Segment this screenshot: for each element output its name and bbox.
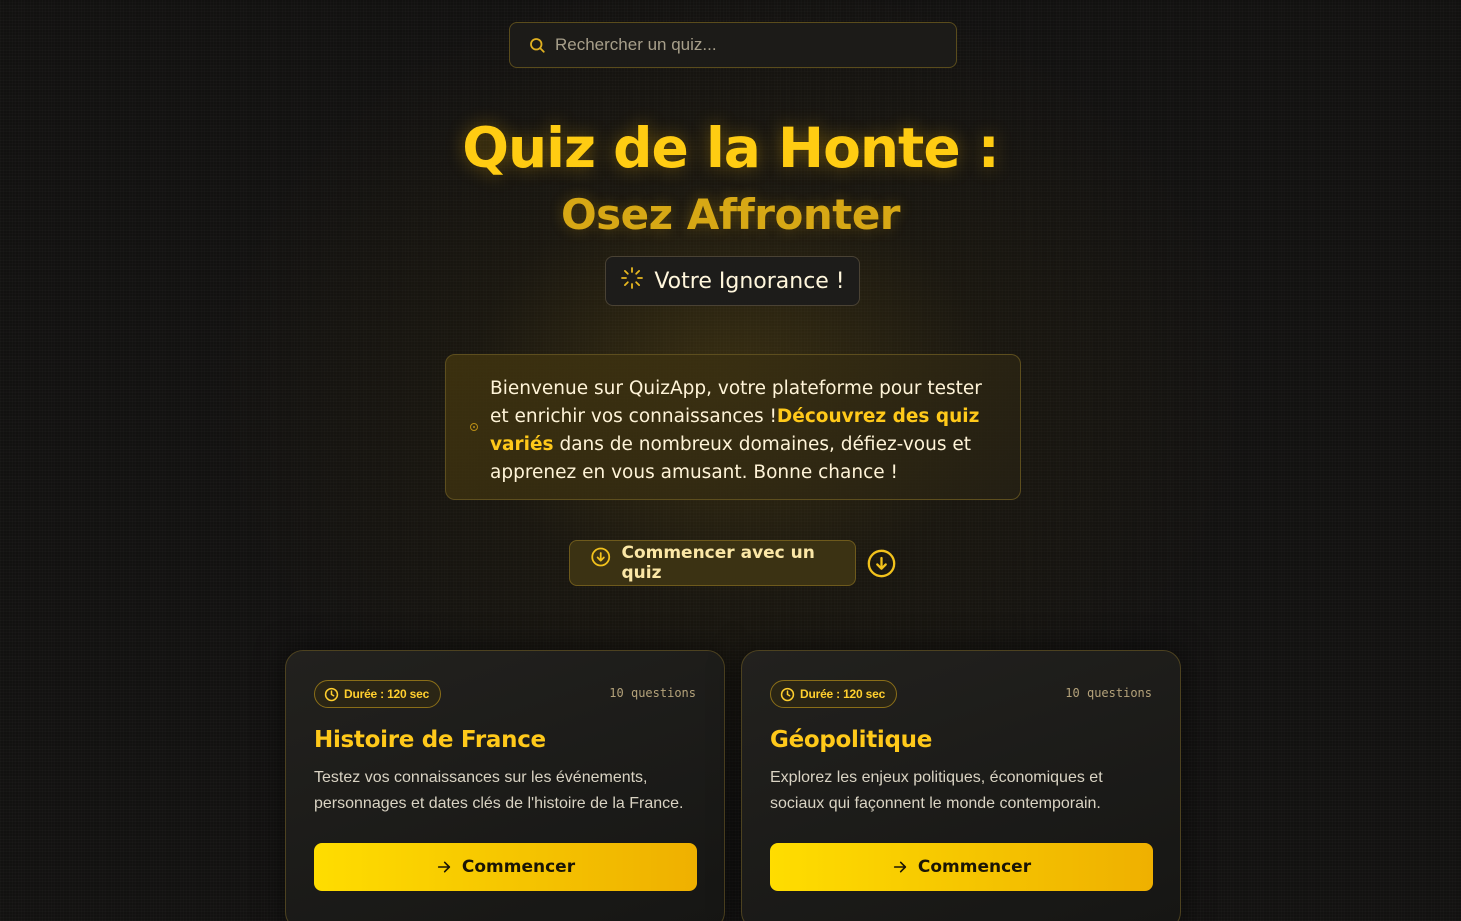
page-subtitle: Osez Affronter xyxy=(560,190,901,239)
start-button-label: Commencer xyxy=(461,857,576,877)
quiz-card: Durée : 120 sec 10 questions Histoire de… xyxy=(285,650,725,921)
arrow-right-icon xyxy=(437,861,451,873)
spinner-icon xyxy=(621,267,644,289)
search-bar[interactable] xyxy=(509,22,957,68)
duration-text: Durée : 120 sec xyxy=(800,687,886,701)
scroll-down-icon[interactable] xyxy=(867,549,896,578)
clock-icon xyxy=(324,687,339,701)
intro-text-after: dans de nombreux domaines, défiez-vous e… xyxy=(490,434,971,483)
duration-badge: Durée : 120 sec xyxy=(770,680,898,708)
intro-text: Bienvenue sur QuizApp, votre plateforme … xyxy=(490,375,998,487)
start-quiz-label: Commencer avec un quiz xyxy=(621,543,815,583)
question-count: 10 questions xyxy=(1065,686,1152,700)
tagline-text: Votre Ignorance ! xyxy=(654,268,845,294)
start-button[interactable]: Commencer xyxy=(770,843,1153,891)
arrow-down-circle-icon xyxy=(591,547,611,567)
search-input[interactable] xyxy=(555,35,956,55)
page-title: Quiz de la Honte : xyxy=(462,116,1000,180)
quiz-description: Explorez les enjeux politiques, économiq… xyxy=(770,769,1103,812)
quiz-description: Testez vos connaissances sur les événeme… xyxy=(314,769,684,812)
start-button-label: Commencer xyxy=(917,857,1032,877)
bullet-icon xyxy=(470,423,478,431)
question-count: 10 questions xyxy=(609,686,696,700)
intro-panel: Bienvenue sur QuizApp, votre plateforme … xyxy=(445,354,1021,500)
quiz-card: Durée : 120 sec 10 questions Géopolitiqu… xyxy=(741,650,1181,921)
duration-badge: Durée : 120 sec xyxy=(314,680,442,708)
start-button[interactable]: Commencer xyxy=(314,843,697,891)
tagline-badge: Votre Ignorance ! xyxy=(605,256,860,306)
quiz-title: Géopolitique xyxy=(770,727,933,753)
quiz-title: Histoire de France xyxy=(314,727,546,753)
arrow-right-icon xyxy=(893,861,907,873)
duration-text: Durée : 120 sec xyxy=(344,687,430,701)
clock-icon xyxy=(780,687,795,701)
search-icon xyxy=(530,38,545,53)
start-quiz-button[interactable]: Commencer avec un quiz xyxy=(569,540,856,586)
